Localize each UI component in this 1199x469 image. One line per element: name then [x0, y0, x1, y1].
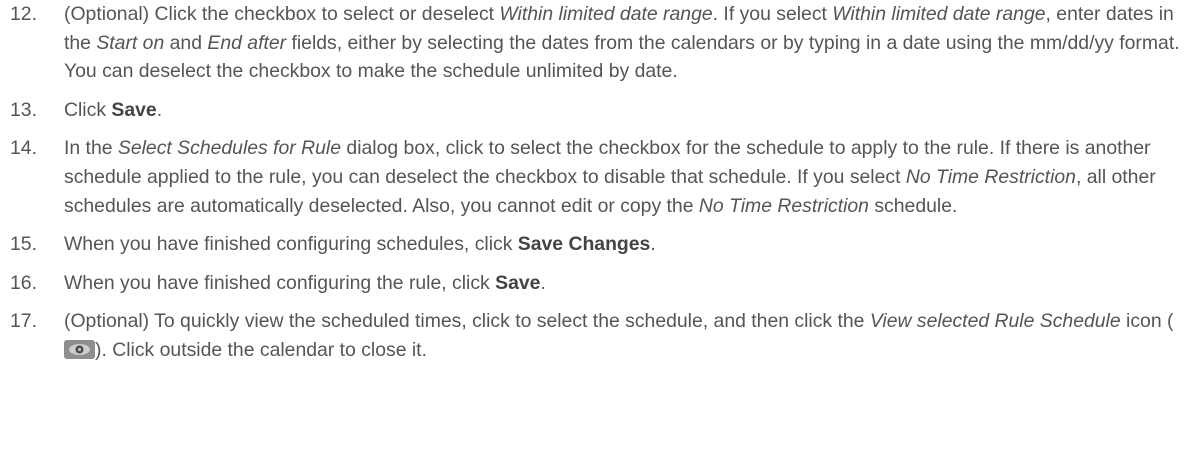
- step-item: 14. In the Select Schedules for Rule dial…: [0, 134, 1199, 220]
- step-number: 12.: [10, 3, 37, 25]
- button-name: Save: [495, 271, 541, 294]
- step-text: In the Select Schedules for Rule dialog …: [64, 134, 1196, 220]
- text-run: When you have finished configuring the r…: [64, 271, 496, 294]
- ui-term: Select Schedules for Rule: [117, 137, 342, 160]
- ui-term: View selected Rule Schedule: [869, 310, 1121, 333]
- step-text: (Optional) Click the checkbox to select …: [64, 0, 1196, 86]
- step-item: 12. (Optional) Click the checkbox to sele…: [0, 0, 1199, 86]
- ui-term: Within limited date range: [832, 3, 1046, 25]
- text-run: .: [650, 233, 656, 256]
- text-run: .: [156, 98, 163, 121]
- eye-icon: [64, 339, 95, 359]
- ui-term: No Time Restriction: [698, 194, 869, 217]
- ui-term: No Time Restriction: [905, 165, 1076, 188]
- text-run: When you have finished configuring sched…: [64, 233, 518, 256]
- procedure-steps: 12. (Optional) Click the checkbox to sele…: [0, 0, 1199, 365]
- step-item: 17. (Optional) To quickly view the schedu…: [0, 307, 1199, 364]
- step-number: 15.: [10, 233, 37, 256]
- step-text: (Optional) To quickly view the scheduled…: [64, 307, 1196, 364]
- step-item: 13. Click Save.: [0, 96, 1199, 125]
- ui-term: Within limited date range: [499, 3, 713, 25]
- text-run: icon (: [1120, 310, 1174, 333]
- text-run: Click: [64, 98, 112, 121]
- step-text: When you have finished configuring the r…: [64, 269, 1196, 298]
- step-number: 13.: [10, 98, 37, 121]
- text-run: schedule.: [868, 194, 958, 217]
- step-item: 15. When you have finished configuring sc…: [0, 230, 1199, 259]
- step-item: 16. When you have finished configuring th…: [0, 269, 1199, 298]
- text-run: (Optional) To quickly view the scheduled…: [64, 310, 870, 333]
- step-number: 14.: [10, 137, 37, 160]
- ui-term: Start on: [96, 31, 165, 54]
- button-name: Save: [111, 98, 157, 121]
- text-run: .: [540, 271, 546, 294]
- text-run: In the: [64, 137, 118, 160]
- text-run: . If you select: [712, 3, 833, 25]
- ui-term: End after: [207, 31, 287, 54]
- step-text: When you have finished configuring sched…: [64, 230, 1196, 259]
- text-run: and: [164, 31, 208, 54]
- text-run: ). Click outside the calendar to close i…: [95, 338, 427, 361]
- step-text: Click Save.: [64, 96, 1196, 125]
- step-number: 16.: [10, 271, 37, 294]
- text-run: (Optional) Click the checkbox to select …: [64, 3, 500, 25]
- button-name: Save Changes: [517, 233, 651, 256]
- step-number: 17.: [10, 310, 37, 333]
